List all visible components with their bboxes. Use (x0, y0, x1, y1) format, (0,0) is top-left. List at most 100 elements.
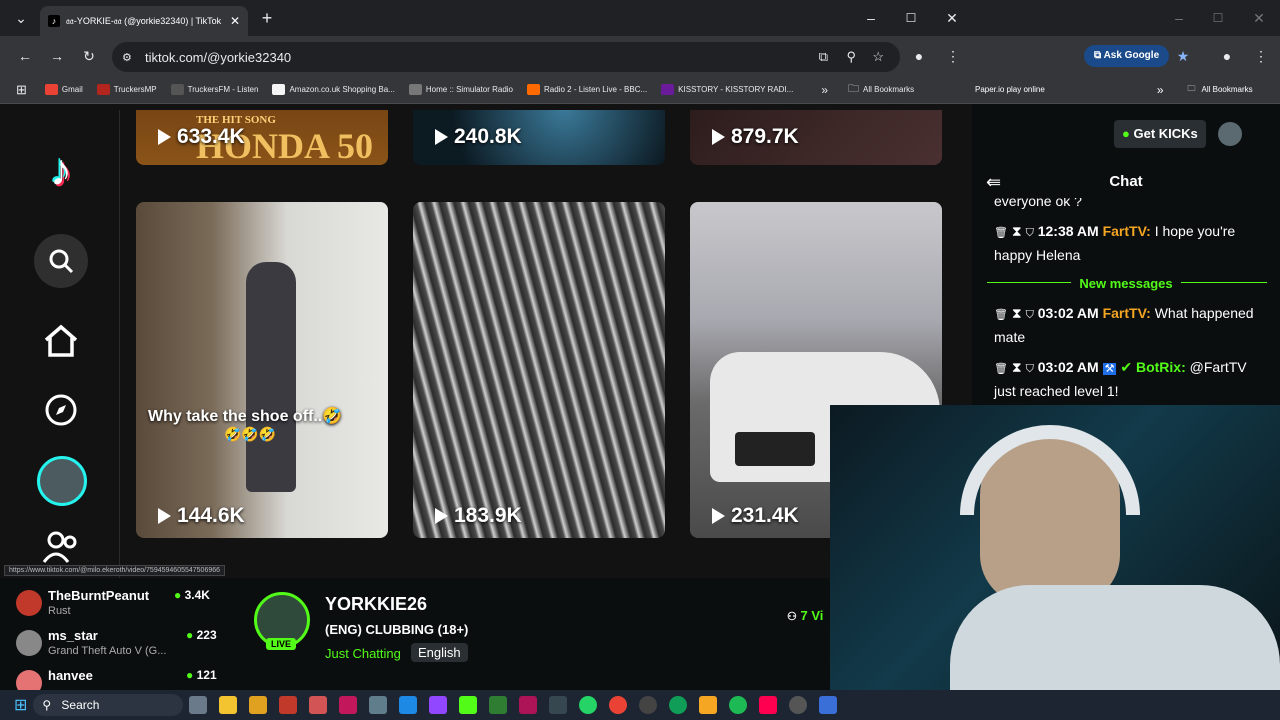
new-messages-label-wrap: New messages (972, 272, 1280, 295)
new-tab-button[interactable]: + (256, 8, 278, 28)
message-username[interactable]: FartTV (1103, 223, 1147, 239)
video-card[interactable]: 879.7K (690, 110, 942, 165)
maximize-button[interactable]: ☐ (900, 8, 922, 28)
link-status-bar: https://www.tiktok.com/@milo.ekeroth/vid… (4, 565, 226, 576)
forward-icon[interactable]: → (46, 46, 68, 66)
message-time: 03:02 AM (1037, 305, 1099, 321)
app-icon[interactable] (489, 696, 508, 714)
friends-button[interactable] (42, 530, 80, 569)
profile-icon[interactable]: ● (1216, 46, 1238, 66)
webcam-overlay (830, 405, 1280, 690)
trash-icon[interactable]: 🗑 (994, 363, 1008, 375)
explore-button[interactable] (44, 393, 78, 432)
bookmark-truckersfm[interactable]: TruckersFM - Listen (170, 84, 258, 95)
app-icon[interactable] (639, 696, 658, 714)
steam-icon[interactable] (549, 696, 568, 714)
search-button[interactable] (34, 234, 88, 288)
whatsapp-icon[interactable] (579, 696, 598, 714)
app-icon[interactable] (369, 696, 388, 714)
user-avatar[interactable] (1218, 122, 1242, 146)
reload-icon[interactable]: ↻ (78, 46, 100, 66)
profile-avatar[interactable] (37, 456, 87, 506)
stream-category[interactable]: Just Chatting (325, 646, 401, 661)
minimize-button[interactable]: – (860, 8, 882, 28)
back-icon[interactable]: ← (14, 46, 36, 66)
kick-icon[interactable] (459, 696, 478, 714)
bookmarks-overflow-icon[interactable]: » (1157, 83, 1164, 97)
bookmarks-overflow-icon[interactable]: » (821, 83, 828, 97)
shield-icon[interactable]: ⛉ (1026, 309, 1034, 321)
bookmark-gmail[interactable]: Gmail (44, 84, 83, 95)
video-card[interactable]: 240.8K (413, 110, 665, 165)
twitch-icon[interactable] (429, 696, 448, 714)
video-card[interactable]: 183.9K (413, 202, 665, 538)
timeout-icon[interactable]: ⧗ (1012, 359, 1022, 375)
windows-start-icon[interactable]: ⊞ (14, 695, 27, 715)
channel-item[interactable]: TheBurntPeanut Rust ● 3.4K (14, 588, 254, 628)
profile-icon[interactable]: ● (908, 46, 930, 66)
bookmark-amazon[interactable]: Amazon.co.uk Shopping Ba... (272, 84, 395, 95)
task-view-icon[interactable] (189, 696, 208, 714)
bookmark-bbc-radio2[interactable]: Radio 2 - Listen Live - BBC... (527, 84, 647, 95)
menu-icon[interactable]: ⋮ (1250, 46, 1272, 66)
language-tag[interactable]: English (411, 643, 468, 662)
close-window-button[interactable]: ✕ (1248, 8, 1270, 28)
all-bookmarks-label[interactable]: All Bookmarks (1202, 85, 1253, 94)
zoom-icon[interactable]: ⚲ (846, 49, 856, 65)
friends-icon (42, 531, 77, 563)
video-card[interactable]: Why take the shoe off..🤣 🤣🤣🤣 144.6K (136, 202, 388, 538)
app-icon[interactable] (789, 696, 808, 714)
timeout-icon[interactable]: ⧗ (1012, 223, 1022, 239)
tab-close-icon[interactable]: ✕ (230, 14, 240, 28)
message-username[interactable]: FartTV (1103, 305, 1147, 321)
tiktok-icon[interactable] (759, 696, 778, 714)
file-explorer-icon[interactable] (219, 696, 238, 714)
star-icon[interactable]: ☆ (872, 49, 884, 65)
app-icon[interactable] (249, 696, 268, 714)
viewer-count: ⚇ 7 Vi (787, 608, 823, 623)
app-icon[interactable] (699, 696, 718, 714)
spotify-icon[interactable] (729, 696, 748, 714)
site-info-icon[interactable]: ⚙ (122, 51, 132, 64)
address-bar[interactable]: ⚙ tiktok.com/@yorkie32340 ⧉ ⚲ ☆ (112, 42, 900, 72)
shield-icon[interactable]: ⛉ (1026, 227, 1034, 239)
ask-google-button[interactable]: ⧉ Ask Google (1084, 45, 1170, 67)
apps-icon[interactable]: ⊞ (16, 82, 27, 98)
tiktok-logo-icon[interactable]: ♪ (40, 148, 82, 194)
app-icon[interactable] (819, 696, 838, 714)
app-icon[interactable] (399, 696, 418, 714)
minimize-button[interactable]: – (1168, 8, 1190, 28)
tab-search-icon[interactable]: ⌄ (10, 8, 32, 28)
get-kicks-button[interactable]: ● Get KICKs (1114, 120, 1206, 148)
home-icon (44, 324, 78, 357)
install-icon[interactable]: ⧉ (819, 49, 828, 65)
home-button[interactable] (42, 322, 80, 365)
bookmark-simulator-radio[interactable]: Home :: Simulator Radio (408, 84, 513, 95)
video-card[interactable]: THE HIT SONG HONDA 50 633.4K (136, 110, 388, 165)
all-bookmarks[interactable]: 🗀 All Bookmarks (848, 80, 914, 99)
channel-item[interactable]: ms_star Grand Theft Auto V (G... ● 223 (14, 628, 254, 668)
trash-icon[interactable]: 🗑 (994, 309, 1008, 321)
shield-icon[interactable]: ⛉ (1026, 363, 1034, 375)
bookmark-kisstory[interactable]: KISSTORY - KISSTORY RADI... (661, 84, 793, 95)
chrome-icon[interactable] (609, 696, 628, 714)
timeout-icon[interactable]: ⧗ (1012, 305, 1022, 321)
message-username[interactable]: BotRix (1136, 359, 1181, 375)
edge-icon[interactable] (669, 696, 688, 714)
bookmark-paperio[interactable]: Paper.io play online (975, 85, 1045, 94)
app-icon[interactable] (309, 696, 328, 714)
bookmark-label: TruckersMP (113, 85, 157, 94)
tab-tiktok[interactable]: ♪ 𝔞𝔞-YORKIE-𝔞𝔞 (@yorkie32340) | TikTok ✕ (40, 6, 248, 36)
taskbar-search[interactable]: ⚲ Search (33, 694, 184, 716)
app-icon[interactable] (339, 696, 358, 714)
bookmark-truckersmp[interactable]: TruckersMP (96, 84, 157, 95)
maximize-button[interactable]: ☐ (1207, 8, 1229, 28)
streamer-name[interactable]: YORKKIE26 (325, 594, 427, 615)
app-icon[interactable] (279, 696, 298, 714)
menu-icon[interactable]: ⋮ (942, 46, 964, 66)
close-window-button[interactable]: ✕ (941, 8, 963, 28)
trash-icon[interactable]: 🗑 (994, 227, 1008, 239)
view-count: 633.4K (158, 125, 245, 149)
app-icon[interactable] (519, 696, 538, 714)
star-filled-icon[interactable]: ★ (1172, 46, 1194, 66)
